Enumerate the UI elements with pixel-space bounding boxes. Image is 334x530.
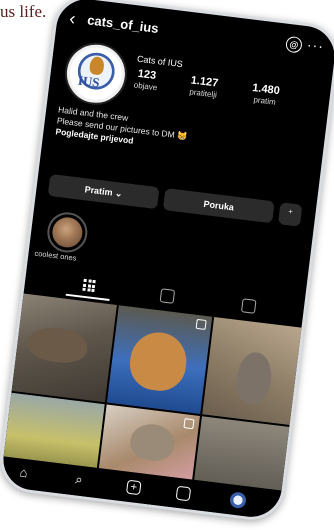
stat-following[interactable]: 1.480 pratim [250, 82, 281, 107]
phone-screen: ‹ cats_of_ius @ ··· IUS Cats of IUS 123 … [0, 0, 334, 524]
cat-photo [128, 421, 177, 463]
profile-display-name: Cats of IUS [136, 53, 184, 70]
cat-photo [233, 350, 275, 407]
reel-badge-icon [183, 418, 195, 430]
more-options-icon[interactable]: ··· [306, 36, 325, 54]
tagged-icon[interactable] [240, 298, 257, 314]
stat-followers[interactable]: 1.127 pratitelji [189, 74, 219, 99]
phone-frame: ‹ cats_of_ius @ ··· IUS Cats of IUS 123 … [0, 0, 334, 524]
highlight-coolest-ones[interactable] [45, 210, 90, 255]
avatar-logo-text: IUS [77, 72, 101, 91]
cat-photo [126, 329, 190, 394]
search-icon[interactable]: ⌕ [74, 471, 83, 488]
threads-icon[interactable]: @ [285, 35, 303, 54]
profile-bio: Halid and the crew Please send our pictu… [55, 104, 190, 153]
stat-posts-label: objave [133, 80, 158, 93]
stat-following-label: pratim [253, 95, 277, 107]
reels-nav-icon[interactable] [175, 485, 192, 502]
caption-text: us life. [0, 2, 47, 21]
stat-posts[interactable]: 123 objave [133, 68, 159, 93]
cat-photo [25, 324, 90, 366]
profile-nav-avatar[interactable] [229, 491, 247, 510]
post-thumbnail[interactable] [202, 316, 308, 426]
profile-username: cats_of_ius [86, 12, 160, 36]
create-icon[interactable]: + [125, 479, 142, 496]
stat-followers-label: pratitelji [188, 87, 218, 100]
grid-icon[interactable] [82, 278, 96, 293]
highlight-cover-image [50, 215, 85, 250]
reels-icon[interactable] [159, 288, 176, 304]
ius-logo: IUS [66, 44, 125, 103]
back-arrow-icon[interactable]: ‹ [68, 8, 76, 30]
following-button[interactable]: Pratim ⌄ [47, 173, 160, 210]
post-thumbnail[interactable] [106, 305, 213, 414]
post-thumbnail[interactable] [11, 293, 117, 403]
profile-avatar[interactable]: IUS [61, 39, 131, 109]
message-button[interactable]: Poruka [162, 188, 275, 224]
cat-emblem [88, 55, 105, 76]
home-icon[interactable]: ⌂ [19, 464, 29, 480]
reel-badge-icon [195, 318, 207, 330]
add-person-icon[interactable]: ⁺ [277, 202, 303, 227]
